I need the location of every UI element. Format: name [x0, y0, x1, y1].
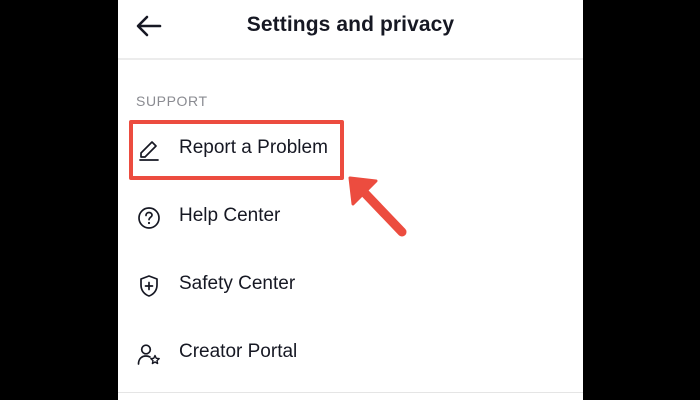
section-label-support: SUPPORT	[136, 93, 208, 109]
person-star-icon	[136, 341, 162, 367]
safety-center-item[interactable]: Safety Center	[118, 258, 583, 312]
shield-plus-icon	[136, 273, 162, 299]
header-bar: Settings and privacy	[118, 0, 583, 56]
question-circle-icon	[136, 205, 162, 231]
help-center-label: Help Center	[179, 205, 281, 226]
highlight-box	[129, 120, 344, 180]
creator-portal-item[interactable]: Creator Portal	[118, 326, 583, 380]
safety-center-label: Safety Center	[179, 273, 296, 294]
header-divider	[118, 58, 583, 60]
page-title: Settings and privacy	[246, 13, 455, 36]
pointer-arrow-icon	[348, 176, 407, 237]
bottom-divider	[118, 392, 583, 393]
creator-portal-label: Creator Portal	[179, 341, 298, 362]
